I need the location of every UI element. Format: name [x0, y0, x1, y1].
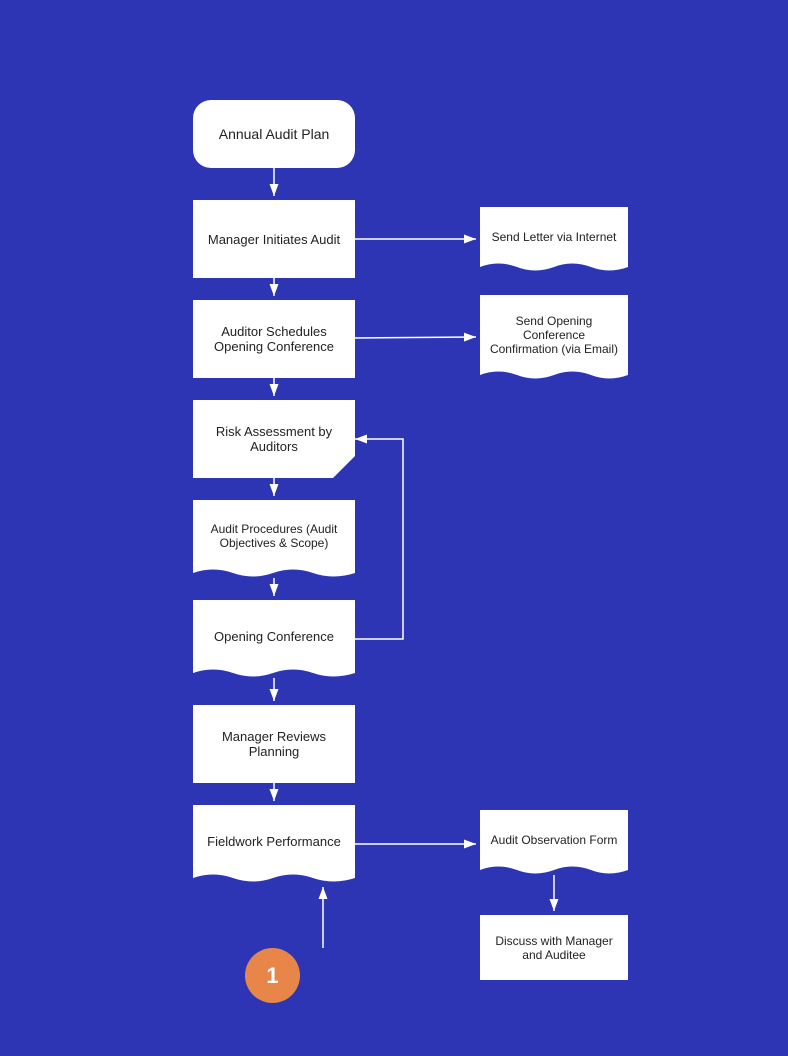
circle-connector-1: 1 — [245, 948, 300, 1003]
send-opening-box: Send Opening Conference Confirmation (vi… — [480, 295, 628, 380]
fieldwork-label: Fieldwork Performance — [207, 834, 341, 849]
manager-reviews-label: Manager Reviews Planning — [201, 729, 347, 759]
send-letter-label: Send Letter via Internet — [492, 230, 617, 244]
opening-conference-label: Opening Conference — [214, 629, 334, 644]
annual-audit-plan-box: Annual Audit Plan — [193, 100, 355, 168]
audit-procedures-box: Audit Procedures (Audit Objectives & Sco… — [193, 500, 355, 578]
risk-assessment-label: Risk Assessment by Auditors — [201, 424, 347, 454]
audit-procedures-label: Audit Procedures (Audit Objectives & Sco… — [201, 522, 347, 550]
auditor-schedules-label: Auditor Schedules Opening Conference — [201, 324, 347, 354]
discuss-label: Discuss with Manager and Auditee — [488, 934, 620, 962]
manager-reviews-box: Manager Reviews Planning — [193, 705, 355, 783]
discuss-box: Discuss with Manager and Auditee — [480, 915, 628, 980]
send-opening-label: Send Opening Conference Confirmation (vi… — [488, 314, 620, 356]
annual-audit-plan-label: Annual Audit Plan — [219, 126, 330, 142]
manager-initiates-label: Manager Initiates Audit — [208, 232, 340, 247]
audit-observation-box: Audit Observation Form — [480, 810, 628, 875]
circle-label: 1 — [266, 963, 278, 989]
audit-observation-label: Audit Observation Form — [491, 833, 618, 847]
auditor-schedules-box: Auditor Schedules Opening Conference — [193, 300, 355, 378]
opening-conference-box: Opening Conference — [193, 600, 355, 678]
send-letter-box: Send Letter via Internet — [480, 207, 628, 272]
manager-initiates-box: Manager Initiates Audit — [193, 200, 355, 278]
risk-assessment-box: Risk Assessment by Auditors — [193, 400, 355, 478]
fieldwork-box: Fieldwork Performance — [193, 805, 355, 883]
